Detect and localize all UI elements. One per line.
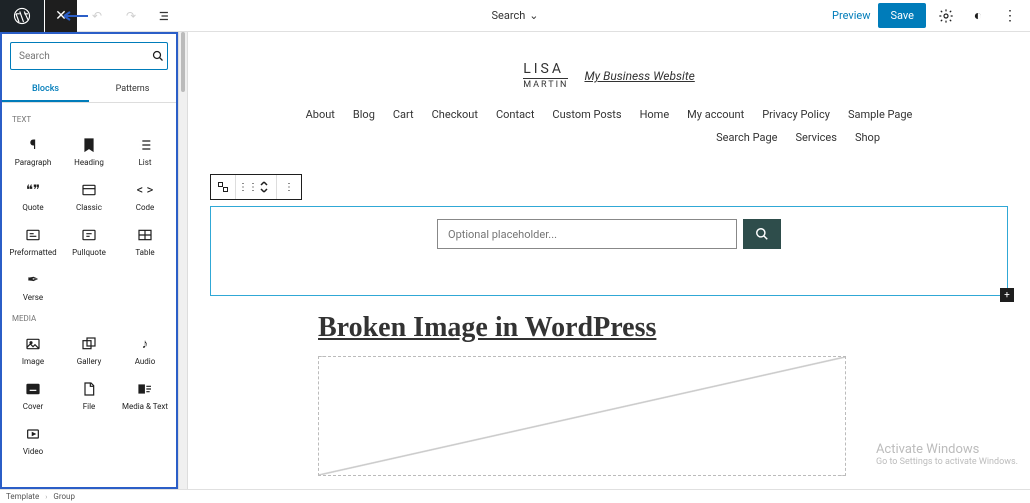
block-item-cover[interactable]: Cover [6, 374, 60, 417]
search-placeholder-input[interactable] [437, 219, 737, 249]
toggle-inserter-button[interactable]: ✕ [45, 0, 77, 32]
panel-resize-handle[interactable] [178, 32, 188, 489]
block-toolbar: ⋮⋮ ⋮ [210, 174, 302, 200]
editor-canvas: LISA MARTIN My Business Website About Blo… [188, 32, 1030, 489]
nav-item[interactable]: Checkout [432, 108, 478, 121]
search-submit-button[interactable] [743, 219, 781, 249]
nav-item[interactable]: Blog [353, 108, 375, 121]
preview-button[interactable]: Preview [832, 9, 870, 22]
tab-patterns[interactable]: Patterns [89, 78, 176, 102]
category-media: MEDIA [6, 308, 172, 329]
primary-nav-row2: Search Page Services Shop [188, 131, 1030, 144]
search-block-selected[interactable]: + [210, 206, 1008, 296]
category-text: TEXT [6, 109, 172, 130]
add-block-button[interactable]: + [1000, 288, 1014, 302]
nav-item[interactable]: Custom Posts [552, 108, 621, 121]
post-title[interactable]: Broken Image in WordPress [318, 312, 1030, 344]
move-up-down-icon[interactable] [258, 181, 270, 193]
block-item-paragraph[interactable]: ¶Paragraph [6, 130, 60, 173]
media & text-icon [136, 380, 154, 398]
block-item-gallery[interactable]: Gallery [62, 329, 116, 372]
block-item-video[interactable]: Video [6, 419, 60, 462]
heading-icon [80, 136, 98, 154]
nav-item[interactable]: Shop [855, 131, 880, 144]
block-item-classic[interactable]: Classic [62, 175, 116, 218]
nav-item[interactable]: Search Page [716, 131, 777, 144]
nav-item[interactable]: Contact [496, 108, 534, 121]
undo-button[interactable]: ↶ [83, 2, 111, 30]
chevron-down-icon: ⌄ [529, 9, 538, 22]
styles-icon[interactable]: ◐ [966, 4, 990, 28]
classic-icon [80, 181, 98, 199]
block-item-table[interactable]: Table [118, 220, 172, 263]
settings-icon[interactable] [934, 4, 958, 28]
block-item-quote[interactable]: ❝❞Quote [6, 175, 60, 218]
block-item-media-text[interactable]: Media & Text [118, 374, 172, 417]
search-icon [152, 50, 164, 62]
inserter-search[interactable] [10, 42, 168, 70]
broken-image-placeholder[interactable] [318, 356, 846, 476]
block-item-code[interactable]: < >Code [118, 175, 172, 218]
preformatted-icon [24, 226, 42, 244]
audio-icon: ♪ [136, 335, 154, 353]
block-item-image[interactable]: Image [6, 329, 60, 372]
document-title-dropdown[interactable]: Search ⌄ [491, 9, 538, 22]
block-item-pullquote[interactable]: Pullquote [62, 220, 116, 263]
block-item-preformatted[interactable]: Preformatted [6, 220, 60, 263]
block-item-list[interactable]: List [118, 130, 172, 173]
drag-handle-icon[interactable]: ⋮⋮ [242, 181, 254, 193]
quote-icon: ❝❞ [24, 181, 42, 199]
nav-item[interactable]: Sample Page [848, 108, 912, 121]
paragraph-icon: ¶ [24, 136, 42, 154]
block-options-icon[interactable]: ⋮ [283, 181, 295, 193]
site-logo[interactable]: LISA MARTIN [523, 62, 568, 90]
block-item-audio[interactable]: ♪Audio [118, 329, 172, 372]
nav-item[interactable]: Privacy Policy [762, 108, 830, 121]
block-item-file[interactable]: File [62, 374, 116, 417]
save-button[interactable]: Save [878, 3, 926, 28]
list-icon [136, 136, 154, 154]
table-icon [136, 226, 154, 244]
block-item-verse[interactable]: ✒Verse [6, 265, 60, 308]
redo-button[interactable]: ↷ [117, 2, 145, 30]
chevron-right-icon: › [45, 493, 47, 501]
more-menu-icon[interactable]: ⋮ [998, 4, 1022, 28]
windows-watermark: Activate Windows Go to Settings to activ… [876, 442, 1018, 467]
primary-nav: About Blog Cart Checkout Contact Custom Posts… [306, 108, 913, 121]
gallery-icon [80, 335, 98, 353]
nav-item[interactable]: My account [687, 108, 744, 121]
breadcrumb-template[interactable]: Template [6, 492, 39, 501]
tab-blocks[interactable]: Blocks [2, 78, 89, 102]
block-item-heading[interactable]: Heading [62, 130, 116, 173]
document-title: Search [491, 9, 525, 22]
verse-icon: ✒ [24, 271, 42, 289]
video-icon [24, 425, 42, 443]
nav-item[interactable]: About [306, 108, 335, 121]
cover-icon [24, 380, 42, 398]
nav-item[interactable]: Services [795, 131, 836, 144]
list-view-button[interactable] [151, 2, 179, 30]
nav-item[interactable]: Cart [393, 108, 414, 121]
breadcrumb-group[interactable]: Group [53, 492, 75, 501]
nav-item[interactable]: Home [640, 108, 670, 121]
block-type-icon[interactable] [217, 181, 229, 193]
file-icon [80, 380, 98, 398]
inserter-search-input[interactable] [19, 51, 152, 62]
wordpress-logo[interactable] [0, 0, 44, 32]
pullquote-icon [80, 226, 98, 244]
block-inserter-panel: Blocks Patterns TEXT ¶ParagraphHeadingLi… [0, 32, 178, 489]
site-title[interactable]: My Business Website [584, 69, 694, 83]
image-icon [24, 335, 42, 353]
block-breadcrumb: Template › Group [0, 489, 1030, 503]
code-icon: < > [136, 181, 154, 199]
